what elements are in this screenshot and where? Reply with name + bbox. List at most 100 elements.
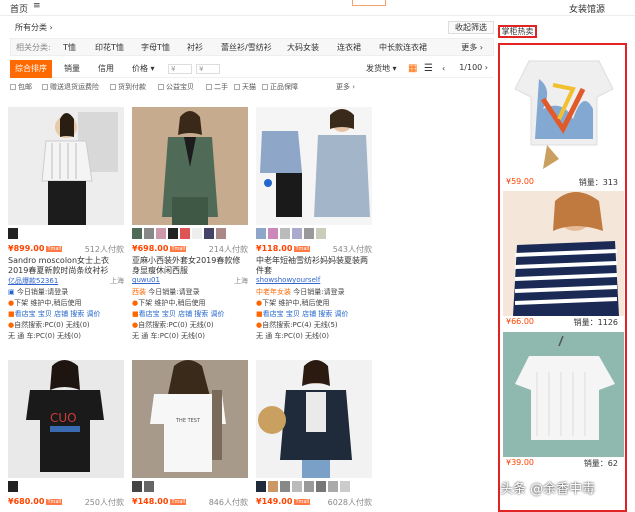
status-line: 下架 维护中,稍后使用	[138, 299, 206, 307]
product-card[interactable]: ¥899.00 Tmall 512人付款 Sandro moscolon女士上衣 …	[8, 107, 124, 342]
category-breadcrumb[interactable]: 所有分类 ›	[15, 22, 53, 33]
product-card[interactable]: THE TEST ¥148.00 Tmall 846人付款	[132, 360, 248, 509]
ship-from-dropdown[interactable]: 发货地 ▾	[366, 60, 397, 78]
grid-view-icon[interactable]: ▦	[408, 60, 417, 78]
related-categories-bar: 相关分类: T恤 印花T恤 字母T恤 衬衫 蕾丝衫/雪纺衫 大码女装 连衣裙 中…	[10, 38, 494, 56]
related-item[interactable]: T恤	[63, 42, 76, 53]
product-photo	[8, 107, 124, 225]
related-item[interactable]: 字母T恤	[141, 42, 170, 53]
filter-checkbox[interactable]: 包邮	[10, 82, 32, 92]
related-item[interactable]: 蕾丝衫/雪纺衫	[221, 42, 272, 53]
top-bar: 首页 ≡ 女装馆源	[0, 0, 635, 16]
hot-photo	[503, 49, 624, 174]
product-photo	[132, 107, 248, 225]
sku-thumbnails[interactable]	[132, 481, 248, 495]
today-sales[interactable]: 今日销量:请登录	[148, 288, 199, 296]
sort-bar: 综合排序 销量 信用 价格 ▾ ¥ ¥ 发货地 ▾ ▦ ☰ ‹ 1/100 ›	[10, 60, 494, 78]
shop-link[interactable]: guwu01	[132, 276, 160, 284]
product-card[interactable]: ¥149.00 Tmall 6028人付款	[256, 360, 372, 509]
sort-default[interactable]: 综合排序	[10, 60, 52, 78]
related-item[interactable]: 衬衫	[187, 42, 203, 53]
hot-item-price: ¥59.00	[506, 177, 534, 186]
status-line: 下架 维护中,稍后使用	[14, 299, 82, 307]
shop-link[interactable]: 亿品爆款52361	[8, 277, 58, 285]
hot-item-sales: 销量：1126	[573, 318, 618, 327]
tool-links[interactable]: 看店宝 宝贝 店铺 搜索 调价	[15, 310, 101, 318]
hot-item-sales: 销量：313	[578, 178, 618, 187]
product-image[interactable]	[132, 107, 248, 225]
hot-item-image[interactable]	[503, 191, 624, 316]
filter-more-link[interactable]: 更多 ›	[336, 82, 355, 92]
hot-item[interactable]: ¥66.00 销量：1126	[503, 191, 624, 327]
sort-sales[interactable]: 销量	[64, 60, 80, 78]
sort-price[interactable]: 价格 ▾	[132, 60, 155, 78]
product-image[interactable]: THE TEST	[132, 360, 248, 478]
filter-checkbox[interactable]: 正品保障	[262, 82, 298, 92]
next-page-button[interactable]: ›	[485, 63, 488, 72]
location: 上海	[110, 277, 124, 285]
filter-checkbox[interactable]: 公益宝贝	[158, 82, 194, 92]
menu-icon[interactable]: ≡	[33, 1, 41, 11]
product-price: ¥698.00	[132, 244, 169, 253]
product-card[interactable]: ¥698.00 Tmall 214人付款 亚麻小西装外套女2019春款修身显瘦休闲…	[132, 107, 248, 342]
search-stat: 自然搜索:PC(4) 无线(5)	[262, 321, 338, 329]
tool-links[interactable]: 看店宝 宝贝 店铺 搜索 调价	[263, 310, 349, 318]
collapse-filter-button[interactable]: 收起筛选	[448, 21, 494, 34]
svg-text:CUO: CUO	[50, 411, 77, 425]
product-card[interactable]: CUO ¥680.00 Tmall 250人付款	[8, 360, 124, 509]
filter-checkbox[interactable]: 赠送退货运费险	[42, 82, 99, 92]
product-price: ¥149.00	[256, 497, 293, 506]
tmall-badge: Tmall	[170, 498, 187, 505]
home-link[interactable]: 首页	[10, 2, 28, 15]
tool-links[interactable]: 看店宝 宝贝 店铺 搜索 调价	[139, 310, 225, 318]
product-title[interactable]: 中老年短袖雪纺衫妈妈装夏装两件套	[256, 256, 372, 276]
related-item[interactable]: 连衣裙	[337, 42, 361, 53]
sort-credit[interactable]: 信用	[98, 60, 114, 78]
sku-thumbnails[interactable]	[256, 228, 372, 242]
hot-item[interactable]: ¥39.00 销量：62	[503, 332, 624, 468]
top-right-label[interactable]: 女装馆源	[569, 2, 605, 15]
filter-checkbox[interactable]: 二手	[206, 82, 228, 92]
shop-link[interactable]: showshowyourself	[256, 276, 320, 284]
status-line: 下架 维护中,稍后使用	[262, 299, 330, 307]
product-title[interactable]: 亚麻小西装外套女2019春款修身显瘦休闲西服	[132, 256, 248, 276]
hot-item-price: ¥39.00	[506, 458, 534, 467]
product-photo: CUO	[8, 360, 124, 478]
tmall-badge: Tmall	[170, 245, 187, 252]
prev-page-button[interactable]: ‹	[442, 60, 445, 78]
related-item[interactable]: 大码女装	[287, 42, 319, 53]
related-item[interactable]: 中长款连衣裙	[379, 42, 427, 53]
tmall-badge: Tmall	[46, 245, 63, 252]
hot-photo	[503, 332, 624, 457]
hot-photo	[503, 191, 624, 316]
price-to-input[interactable]: ¥	[196, 64, 220, 74]
related-more-link[interactable]: 更多 ›	[461, 42, 483, 53]
hot-item[interactable]: ¥59.00 销量：313	[503, 49, 624, 187]
sku-thumbnails[interactable]	[132, 228, 248, 242]
ztc-stat: 无 通 车:PC(0) 无线(0)	[132, 332, 205, 340]
filter-checkbox[interactable]: 货到付款	[110, 82, 146, 92]
filter-checkbox[interactable]: 天猫	[234, 82, 256, 92]
hot-item-image[interactable]	[503, 332, 624, 457]
hot-item-image[interactable]	[503, 49, 624, 174]
product-image[interactable]	[8, 107, 124, 225]
product-image[interactable]	[256, 360, 372, 478]
related-item[interactable]: 印花T恤	[95, 42, 124, 53]
product-image[interactable]	[256, 107, 372, 225]
product-photo: THE TEST	[132, 360, 248, 478]
product-price: ¥680.00	[8, 497, 45, 506]
product-card[interactable]: ¥118.00 Tmall 543人付款 中老年短袖雪纺衫妈妈装夏装两件套 sho…	[256, 107, 372, 342]
product-image[interactable]: CUO	[8, 360, 124, 478]
sku-thumbnails[interactable]	[8, 228, 124, 242]
page-indicator: 1/100 ›	[459, 63, 488, 72]
sku-thumbnails[interactable]	[8, 481, 124, 495]
today-sales[interactable]: 今日销量:请登录	[293, 288, 344, 296]
list-view-icon[interactable]: ☰	[424, 60, 433, 78]
product-title[interactable]: Sandro moscolon女士上衣 2019春夏新款时尚条纹衬衫	[8, 256, 124, 276]
product-stats: ▣ 今日销量:请登录 ●下架 维护中,稍后使用 ■看店宝 宝贝 店铺 搜索 调价…	[8, 288, 101, 340]
sku-thumbnails[interactable]	[256, 481, 372, 495]
hot-item-sales: 销量：62	[583, 459, 618, 468]
page-number: 1/100	[459, 63, 483, 72]
price-from-input[interactable]: ¥	[168, 64, 192, 74]
today-sales[interactable]: 今日销量:请登录	[17, 288, 68, 296]
